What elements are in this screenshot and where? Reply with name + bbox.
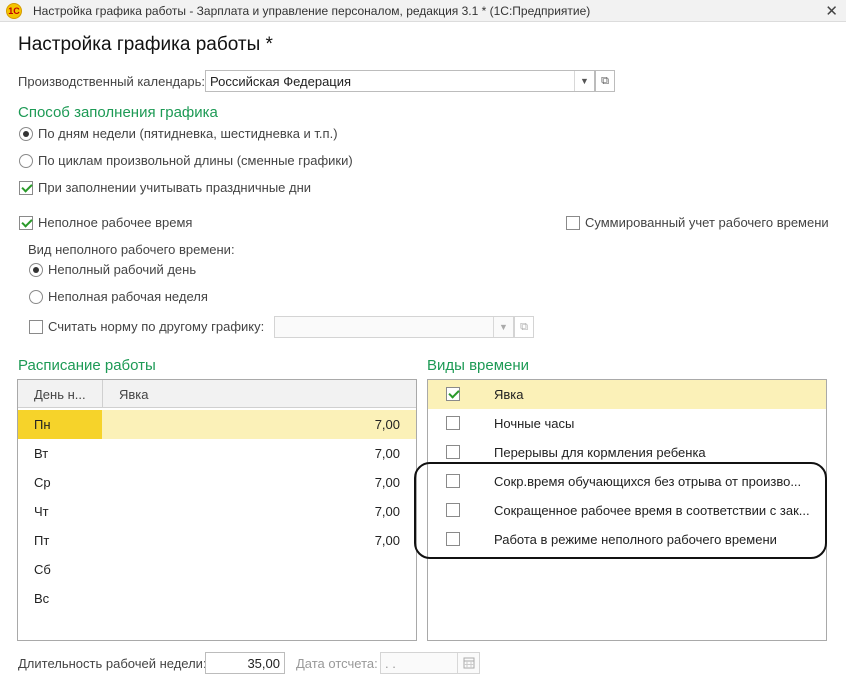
list-item[interactable]: Перерывы для кормления ребенка <box>428 438 826 467</box>
day-cell: Вс <box>34 591 50 606</box>
day-cell: Сб <box>34 562 51 577</box>
time-types-list[interactable]: Явка Ночные часы Перерывы для кормления … <box>427 379 827 641</box>
radio-by-cycles-label: По циклам произвольной длины (сменные гр… <box>38 153 353 168</box>
list-item-label: Работа в режиме неполного рабочего време… <box>494 532 777 547</box>
list-item-label: Перерывы для кормления ребенка <box>494 445 706 460</box>
schedule-title: Расписание работы <box>18 357 156 374</box>
table-row[interactable]: Вс <box>18 584 416 613</box>
table-row[interactable]: Сб <box>18 555 416 584</box>
list-item-checkbox[interactable] <box>446 503 460 517</box>
list-item-checkbox[interactable] <box>446 445 460 459</box>
table-row[interactable]: Пт 7,00 <box>18 526 416 555</box>
hours-cell: 7,00 <box>374 475 400 490</box>
chevron-down-icon[interactable]: ▼ <box>493 317 513 337</box>
calendar-label: Производственный календарь: <box>18 74 205 89</box>
table-row[interactable]: Ср 7,00 <box>18 468 416 497</box>
list-item[interactable]: Явка <box>428 380 826 409</box>
holidays-checkbox[interactable] <box>19 181 33 195</box>
day-cell: Вт <box>34 446 49 461</box>
close-icon[interactable]: ✕ <box>825 2 838 20</box>
hours-cell: 7,00 <box>374 417 400 432</box>
list-item[interactable]: Сокр.время обучающихся без отрыва от про… <box>428 467 826 496</box>
radio-by-weekdays[interactable] <box>19 127 33 141</box>
list-item[interactable]: Ночные часы <box>428 409 826 438</box>
list-item-checkbox[interactable] <box>446 474 460 488</box>
list-item-label: Сокр.время обучающихся без отрыва от про… <box>494 474 802 489</box>
list-item-label: Сокращенное рабочее время в соответствии… <box>494 503 810 518</box>
hours-cell: 7,00 <box>374 504 400 519</box>
list-item-label: Явка <box>494 387 524 402</box>
summed-accounting-checkbox[interactable] <box>566 216 580 230</box>
open-icon[interactable]: ⧉ <box>595 70 615 92</box>
week-duration-field[interactable]: 35,00 <box>205 652 285 674</box>
list-item-checkbox[interactable] <box>446 416 460 430</box>
selected-cell <box>18 410 102 439</box>
other-norm-checkbox[interactable] <box>29 320 43 334</box>
hours-cell: 7,00 <box>374 446 400 461</box>
start-date-label: Дата отсчета: <box>296 656 378 671</box>
fill-method-title: Способ заполнения графика <box>18 104 218 121</box>
calendar-field[interactable]: Российская Федерация ▼ <box>205 70 595 92</box>
schedule-table[interactable]: День н... Явка Пн 7,00 Вт 7,00 Ср 7,00 Ч… <box>17 379 417 641</box>
other-schedule-field[interactable]: ▼ <box>274 316 514 338</box>
open-icon[interactable]: ⧉ <box>514 316 534 338</box>
summed-accounting-label: Суммированный учет рабочего времени <box>585 215 829 230</box>
day-cell: Ср <box>34 475 51 490</box>
radio-part-day[interactable] <box>29 263 43 277</box>
part-time-checkbox-label: Неполное рабочее время <box>38 215 193 230</box>
list-item[interactable]: Работа в режиме неполного рабочего време… <box>428 525 826 554</box>
start-date-value: . . <box>385 656 396 671</box>
list-item[interactable]: Сокращенное рабочее время в соответствии… <box>428 496 826 525</box>
week-duration-label: Длительность рабочей недели: <box>18 656 207 671</box>
schedule-table-header: День н... Явка <box>18 380 416 408</box>
table-row[interactable]: Пн 7,00 <box>18 410 416 439</box>
day-cell: Чт <box>34 504 49 519</box>
calendar-value: Российская Федерация <box>210 74 352 89</box>
radio-part-week-label: Неполная рабочая неделя <box>48 289 208 304</box>
radio-by-weekdays-label: По дням недели (пятидневка, шестидневка … <box>38 126 338 141</box>
table-row[interactable]: Чт 7,00 <box>18 497 416 526</box>
page-title: Настройка графика работы * <box>18 34 273 55</box>
list-item-checkbox[interactable] <box>446 532 460 546</box>
list-item-checkbox[interactable] <box>446 387 460 401</box>
list-item-label: Ночные часы <box>494 416 575 431</box>
selected-row-fill <box>102 410 416 439</box>
window-title: Настройка графика работы - Зарплата и уп… <box>33 4 591 18</box>
day-cell: Пн <box>34 417 51 432</box>
calendar-icon[interactable] <box>457 653 479 673</box>
column-divider <box>102 380 103 408</box>
other-norm-label: Считать норму по другому графику: <box>48 319 265 334</box>
week-duration-value: 35,00 <box>247 656 280 671</box>
window-titlebar: 1C Настройка графика работы - Зарплата и… <box>0 0 846 22</box>
radio-part-week[interactable] <box>29 290 43 304</box>
radio-part-day-label: Неполный рабочий день <box>48 262 197 277</box>
day-cell: Пт <box>34 533 50 548</box>
table-row[interactable]: Вт 7,00 <box>18 439 416 468</box>
part-time-kind-label: Вид неполного рабочего времени: <box>28 242 235 257</box>
radio-by-cycles[interactable] <box>19 154 33 168</box>
hours-cell: 7,00 <box>374 533 400 548</box>
time-types-title: Виды времени <box>427 357 530 374</box>
column-header-day[interactable]: День н... <box>34 387 86 402</box>
chevron-down-icon[interactable]: ▼ <box>574 71 594 91</box>
start-date-field[interactable]: . . <box>380 652 480 674</box>
part-time-checkbox[interactable] <box>19 216 33 230</box>
column-header-attendance[interactable]: Явка <box>119 387 149 402</box>
holidays-checkbox-label: При заполнении учитывать праздничные дни <box>38 180 312 195</box>
app-logo-icon: 1C <box>6 3 22 19</box>
